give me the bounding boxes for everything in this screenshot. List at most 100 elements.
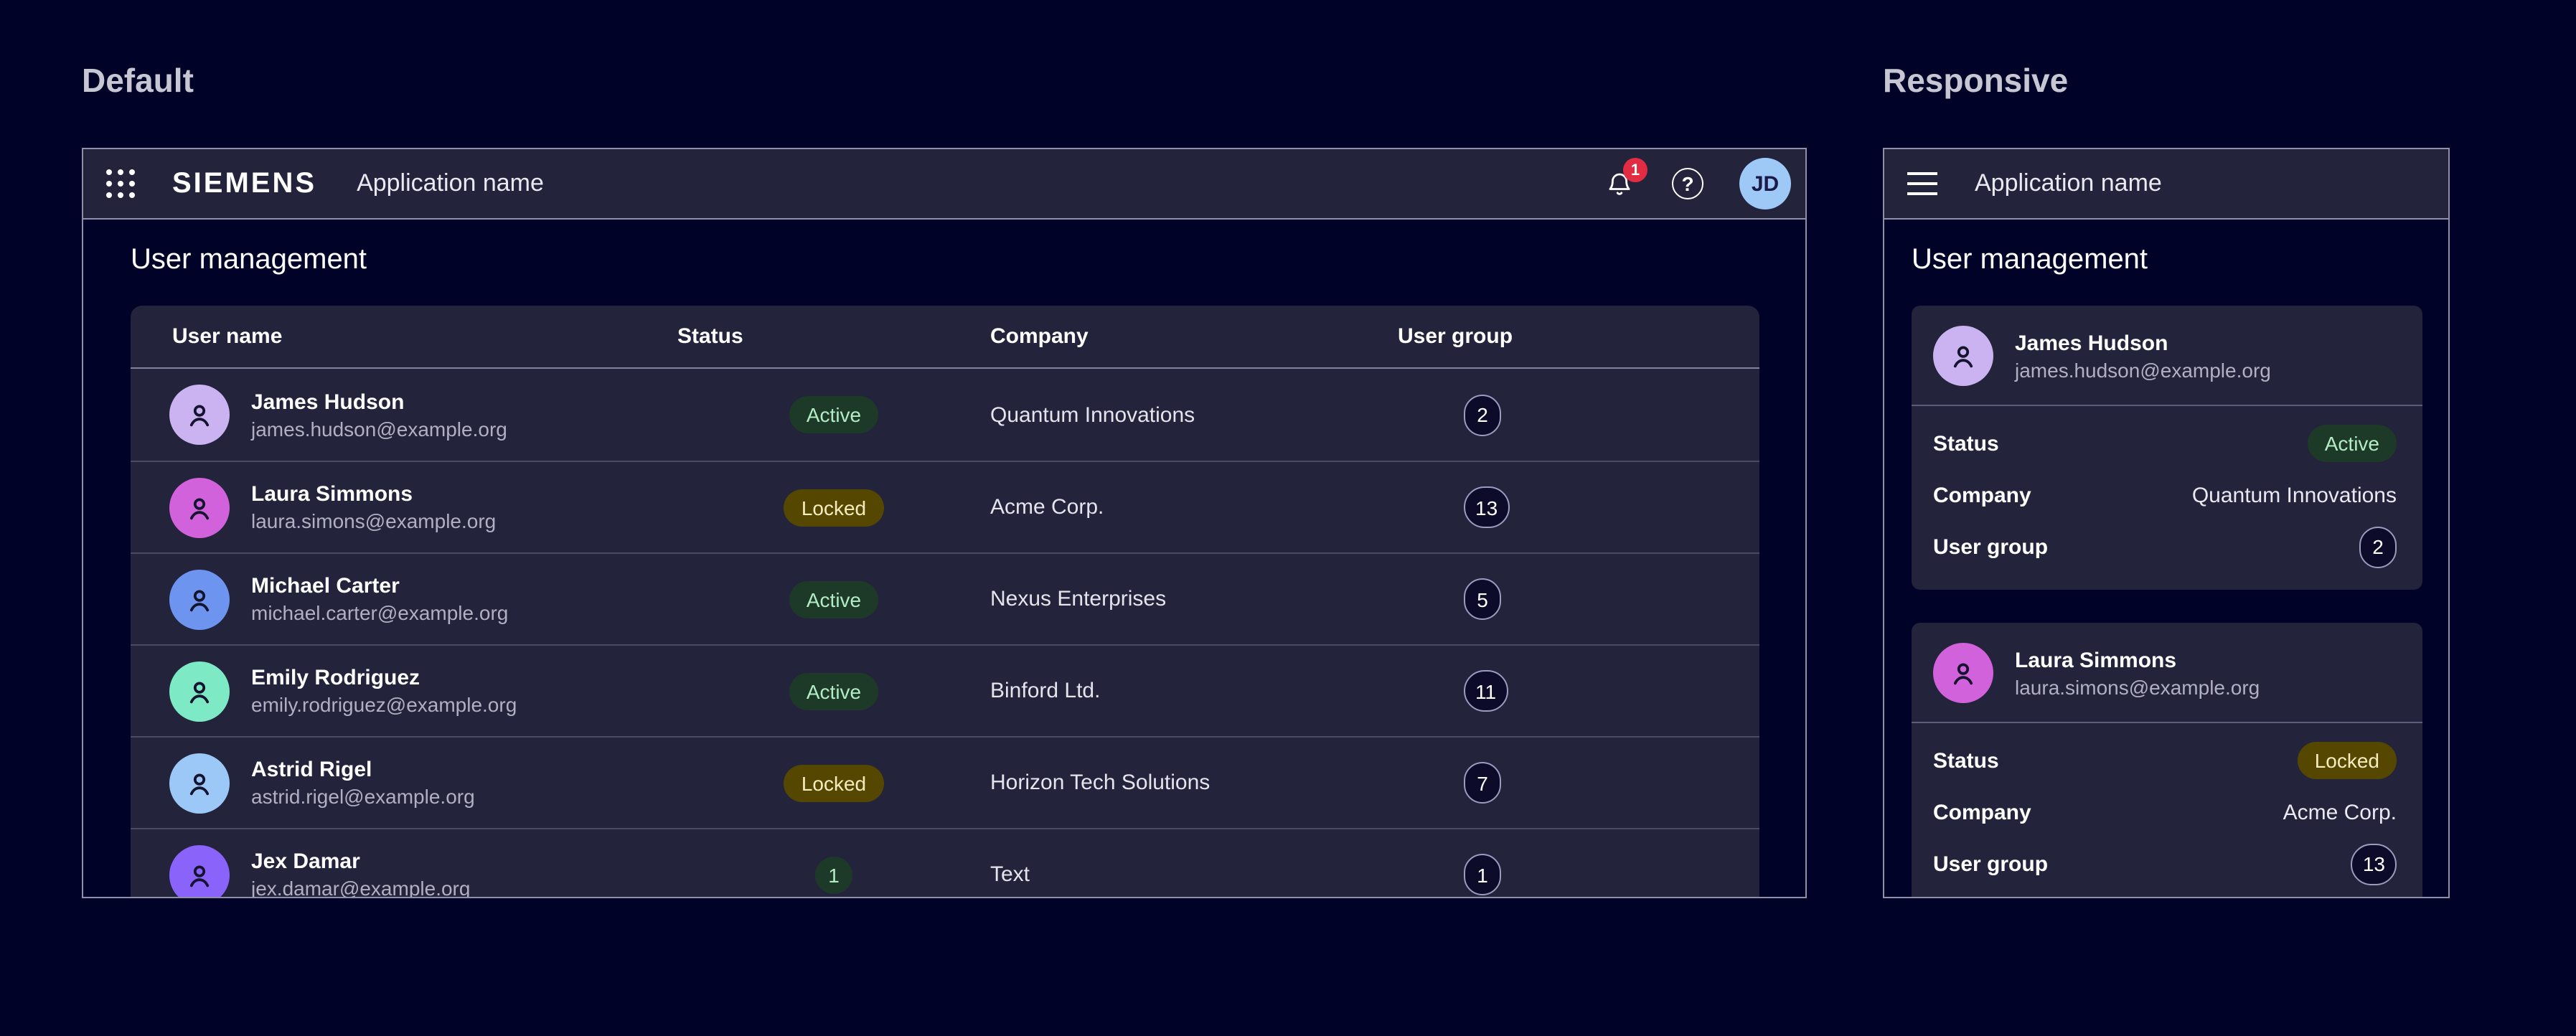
- user-cell: Jex Damar jex.damar@example.org: [131, 844, 677, 898]
- user-avatar-icon: [169, 661, 230, 721]
- table-row[interactable]: James Hudson james.hudson@example.org Ac…: [131, 369, 1759, 461]
- default-section: Default SIEMENS Application name 1 ?: [82, 63, 1807, 1036]
- company-cell: Acme Corp.: [990, 495, 1398, 519]
- user-name: James Hudson: [2015, 329, 2271, 357]
- user-avatar-icon: [1933, 326, 1993, 386]
- status-badge: Active: [789, 580, 878, 618]
- field-value: Acme Corp.: [2283, 800, 2397, 824]
- card-body: Status Active Company Quantum Innovation…: [1912, 406, 2422, 590]
- user-avatar-icon: [169, 385, 230, 445]
- card-field-row: User group 2: [1933, 521, 2397, 573]
- section-heading-default: Default: [82, 63, 1807, 99]
- field-label: User group: [1933, 852, 2048, 876]
- field-label: Status: [1933, 748, 1999, 773]
- user-group-badge: 11: [1464, 670, 1508, 712]
- help-button[interactable]: ?: [1670, 166, 1705, 201]
- card-body: Status Locked Company Acme Corp. User gr…: [1912, 723, 2422, 898]
- table-row[interactable]: Jex Damar jex.damar@example.org 1 Text 1: [131, 828, 1759, 898]
- status-badge: Locked: [2298, 742, 2397, 779]
- application-name: Application name: [1975, 169, 2162, 198]
- card-field-row: Status Active: [1933, 418, 2397, 469]
- field-label: User group: [1933, 535, 2048, 559]
- siemens-logo: SIEMENS: [172, 167, 316, 200]
- user-group-badge: 1: [1464, 854, 1501, 895]
- user-avatar-icon: [169, 844, 230, 898]
- field-value: Quantum Innovations: [2192, 483, 2397, 507]
- user-email: james.hudson@example.org: [2015, 357, 2271, 382]
- company-cell: Binford Ltd.: [990, 679, 1398, 703]
- user-name: James Hudson: [251, 388, 507, 415]
- user-avatar-button[interactable]: JD: [1739, 158, 1791, 209]
- user-name: Emily Rodriguez: [251, 664, 517, 692]
- company-cell: Horizon Tech Solutions: [990, 771, 1398, 795]
- app-switcher-icon[interactable]: [106, 169, 135, 198]
- user-email: laura.simons@example.org: [2015, 674, 2260, 700]
- field-label: Company: [1933, 483, 2031, 507]
- user-card[interactable]: James Hudson james.hudson@example.org St…: [1912, 306, 2422, 590]
- user-email: jex.damar@example.org: [251, 875, 470, 898]
- user-email: laura.simons@example.org: [251, 508, 496, 534]
- responsive-section: Responsive Application name User managem…: [1883, 63, 2450, 1036]
- card-header: Laura Simmons laura.simons@example.org: [1912, 623, 2422, 722]
- company-cell: Quantum Innovations: [990, 402, 1398, 427]
- status-badge: Locked: [784, 764, 883, 801]
- user-email: james.hudson@example.org: [251, 415, 507, 441]
- default-panel: SIEMENS Application name 1 ? JD: [82, 148, 1807, 898]
- user-name: Jex Damar: [251, 848, 470, 875]
- app-header: SIEMENS Application name 1 ? JD: [83, 149, 1805, 220]
- column-header-username: User name: [131, 324, 677, 349]
- user-cell: Astrid Rigel astrid.rigel@example.org: [131, 753, 677, 813]
- page-title: User management: [1912, 244, 2422, 277]
- status-badge: Active: [789, 672, 878, 710]
- user-cell: Emily Rodriguez emily.rodriguez@example.…: [131, 661, 677, 721]
- user-group-badge: 2: [2359, 526, 2397, 568]
- question-icon: ?: [1672, 168, 1703, 199]
- user-card[interactable]: Laura Simmons laura.simons@example.org S…: [1912, 623, 2422, 898]
- user-name: Astrid Rigel: [251, 756, 475, 783]
- table-row[interactable]: Astrid Rigel astrid.rigel@example.org Lo…: [131, 736, 1759, 828]
- table-header-row: User name Status Company User group: [131, 306, 1759, 369]
- user-cell: Michael Carter michael.carter@example.or…: [131, 569, 677, 629]
- column-header-company: Company: [990, 324, 1398, 349]
- notifications-button[interactable]: 1: [1602, 166, 1636, 201]
- user-name: Laura Simmons: [251, 481, 496, 508]
- table-row[interactable]: Emily Rodriguez emily.rodriguez@example.…: [131, 644, 1759, 736]
- section-heading-responsive: Responsive: [1883, 63, 2450, 99]
- notification-badge: 1: [1623, 158, 1647, 182]
- column-header-usergroup: User group: [1398, 324, 1759, 349]
- menu-icon[interactable]: [1907, 171, 1937, 196]
- status-badge: Locked: [784, 489, 883, 526]
- user-avatar-icon: [169, 569, 230, 629]
- user-email: astrid.rigel@example.org: [251, 783, 475, 809]
- user-email: michael.carter@example.org: [251, 600, 508, 626]
- user-name: Laura Simmons: [2015, 646, 2260, 674]
- card-field-row: Company Quantum Innovations: [1933, 469, 2397, 521]
- card-field-row: User group 13: [1933, 838, 2397, 890]
- table-row[interactable]: Laura Simmons laura.simons@example.org L…: [131, 461, 1759, 552]
- user-cell: Laura Simmons laura.simons@example.org: [131, 477, 677, 537]
- responsive-content: User management James Hudson james.hudso…: [1884, 220, 2448, 898]
- user-group-badge: 5: [1464, 578, 1501, 620]
- user-avatar-icon: [169, 477, 230, 537]
- canvas: Default SIEMENS Application name 1 ?: [0, 0, 2576, 1036]
- field-label: Status: [1933, 431, 1999, 456]
- card-field-row: Company Acme Corp.: [1933, 786, 2397, 838]
- user-email: emily.rodriguez@example.org: [251, 692, 517, 717]
- table-row[interactable]: Michael Carter michael.carter@example.or…: [131, 552, 1759, 644]
- responsive-panel: Application name User management James H…: [1883, 148, 2450, 898]
- column-header-status: Status: [677, 324, 990, 349]
- company-cell: Text: [990, 862, 1398, 887]
- card-header: James Hudson james.hudson@example.org: [1912, 306, 2422, 405]
- user-group-badge: 2: [1464, 394, 1501, 435]
- company-cell: Nexus Enterprises: [990, 587, 1398, 611]
- status-badge: Active: [789, 396, 878, 433]
- application-name: Application name: [357, 169, 544, 198]
- user-avatar-icon: [169, 753, 230, 813]
- user-name: Michael Carter: [251, 573, 508, 600]
- user-group-badge: 13: [2351, 843, 2397, 885]
- default-content: User management User name Status Company…: [83, 220, 1805, 898]
- page-title: User management: [131, 244, 1759, 277]
- appbar-actions: 1 ? JD: [1602, 158, 1791, 209]
- user-group-badge: 13: [1464, 486, 1509, 528]
- field-label: Company: [1933, 800, 2031, 824]
